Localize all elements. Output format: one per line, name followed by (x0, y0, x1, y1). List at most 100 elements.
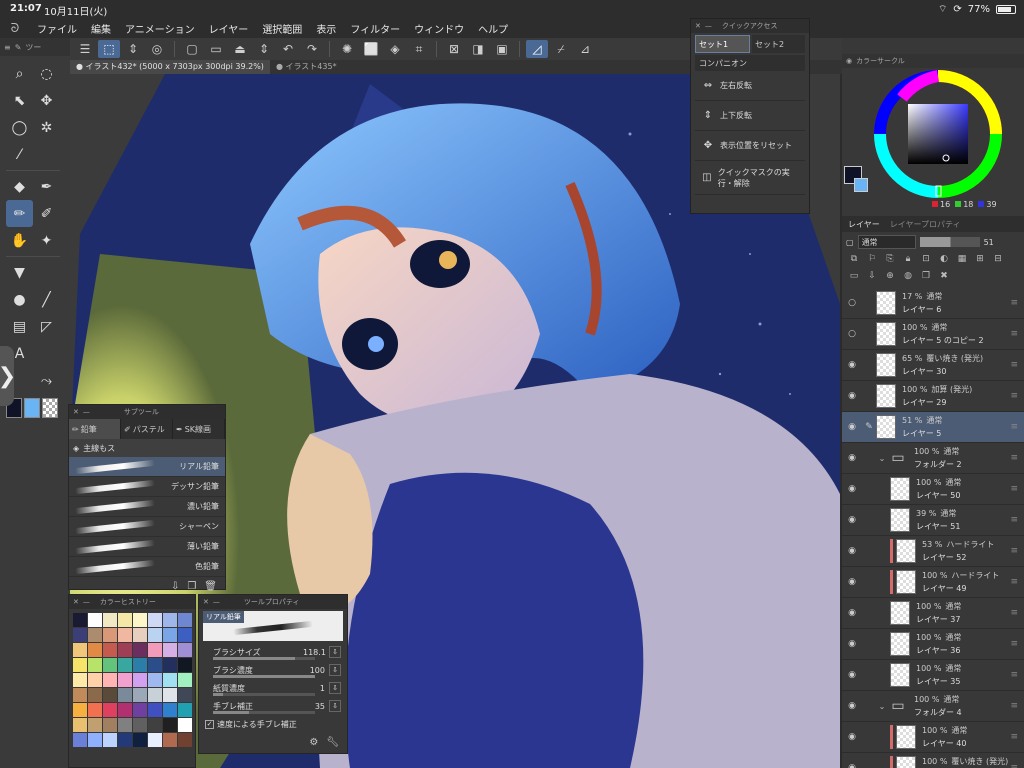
flip-vertical-item[interactable]: ⇕ 上下反転 (695, 101, 805, 131)
property-slider[interactable] (213, 693, 315, 696)
magic-wand-icon[interactable]: ✲ (33, 114, 60, 141)
color-history-swatch[interactable] (163, 628, 177, 642)
chevron-down-icon[interactable]: ⌄ (876, 454, 888, 463)
settings-icon[interactable]: ⚙ (309, 737, 318, 748)
color-history-swatch[interactable] (148, 643, 162, 657)
brush-item[interactable]: 濃い鉛筆 (69, 497, 225, 517)
select-all-icon[interactable]: ▣ (491, 40, 513, 58)
color-history-swatch[interactable] (163, 703, 177, 717)
tab-layer[interactable]: レイヤー (848, 219, 880, 230)
menu-help[interactable]: ヘルプ (471, 21, 515, 36)
close-icon[interactable]: ✕ (695, 22, 701, 30)
eraser-icon[interactable]: ◆ (6, 173, 33, 200)
minimize-icon[interactable]: — (83, 598, 90, 606)
color-history-swatch[interactable] (103, 658, 117, 672)
drag-handle-icon[interactable]: ≡ (1010, 515, 1018, 525)
color-history-swatch[interactable] (118, 703, 132, 717)
minimize-icon[interactable]: — (213, 598, 220, 606)
transform-icon[interactable]: ⌗ (408, 40, 430, 58)
property-value[interactable]: 1 (303, 684, 325, 693)
color-history-swatch[interactable] (148, 658, 162, 672)
visibility-eye-icon[interactable]: ◉ (842, 608, 862, 618)
color-history-swatch[interactable] (73, 673, 87, 687)
tool-property-row[interactable]: 紙質濃度 1 ⇩ (199, 679, 347, 697)
color-history-swatch[interactable] (178, 703, 192, 717)
pen-icon[interactable]: ✒ (33, 173, 60, 200)
color-history-swatch[interactable] (178, 718, 192, 732)
clear-icon[interactable]: ⊠ (443, 40, 465, 58)
color-history-swatch[interactable] (163, 673, 177, 687)
new-vector-icon[interactable]: ⊟ (992, 254, 1004, 269)
layer-row[interactable]: ○ 100 % 通常 レイヤー 5 のコピー 2 ≡ (842, 319, 1024, 350)
opacity-slider[interactable] (919, 237, 980, 247)
chevron-updown-icon[interactable]: ⇕ (253, 40, 275, 58)
menu-layer[interactable]: レイヤー (202, 21, 256, 36)
brush-item[interactable]: デッサン鉛筆 (69, 477, 225, 497)
visibility-eye-icon[interactable]: ◉ (842, 453, 862, 463)
clip-icon[interactable]: ⧉ (848, 254, 860, 269)
color-history-swatch[interactable] (163, 658, 177, 672)
close-icon[interactable]: ✕ (73, 408, 79, 416)
color-history-swatch[interactable] (133, 703, 147, 717)
new-raster-icon[interactable]: ⊞ (974, 254, 986, 269)
menu-filter[interactable]: フィルター (343, 21, 407, 36)
drag-handle-icon[interactable]: ≡ (1010, 329, 1018, 339)
brush-item[interactable]: リアル鉛筆 (69, 457, 225, 477)
tab-pencil[interactable]: ✏ 鉛筆 (69, 419, 121, 439)
color-history-swatch[interactable] (148, 703, 162, 717)
copy-icon[interactable]: ❐ (920, 271, 932, 286)
visibility-eye-icon[interactable]: ◉ (842, 732, 862, 742)
tab-set2[interactable]: セット2 (752, 35, 805, 53)
fill-icon[interactable]: ▼ (6, 259, 33, 286)
drag-handle-icon[interactable]: ≡ (1010, 670, 1018, 680)
color-history-swatch[interactable] (73, 733, 87, 747)
color-history-swatch[interactable] (88, 703, 102, 717)
color-history-swatch[interactable] (88, 718, 102, 732)
draft-icon[interactable]: ⎘ (884, 254, 896, 269)
duplicate-icon[interactable]: ❐ (187, 581, 196, 592)
drag-handle-icon[interactable]: ≡ (1010, 546, 1018, 556)
color-history-swatch[interactable] (148, 733, 162, 747)
selection-edit-icon[interactable]: ⬚ (98, 40, 120, 58)
color-history-swatch[interactable] (103, 613, 117, 627)
lock-alpha-icon[interactable]: ⊡ (920, 254, 932, 269)
correction-icon[interactable]: ⤳ (33, 367, 60, 394)
property-value[interactable]: 35 (303, 702, 325, 711)
color-history-swatch[interactable] (103, 688, 117, 702)
combine-icon[interactable]: ⊕ (884, 271, 896, 286)
transparent-swatch[interactable] (42, 398, 58, 418)
menu-icon[interactable]: ≡ (4, 43, 11, 52)
color-history-swatch[interactable] (73, 658, 87, 672)
stabilization-speed-row[interactable]: ✓ 速度による手ブレ補正 (199, 715, 347, 733)
drag-handle-icon[interactable]: ≡ (1010, 298, 1018, 308)
color-history-swatch[interactable] (118, 718, 132, 732)
app-logo-icon[interactable]: ᘐ (0, 21, 30, 36)
color-history-swatch[interactable] (148, 673, 162, 687)
tab-layer-property[interactable]: レイヤープロパティ (890, 219, 961, 230)
menu-view[interactable]: 表示 (309, 21, 343, 36)
rotate-view-icon[interactable]: ◌ (33, 60, 60, 87)
color-history-swatch[interactable] (133, 673, 147, 687)
layer-row[interactable]: ◉ 100 % 通常 レイヤー 37 ≡ (842, 598, 1024, 629)
color-history-swatch[interactable] (163, 613, 177, 627)
minimize-icon[interactable]: — (705, 22, 712, 30)
color-history-swatch[interactable] (103, 673, 117, 687)
move-layer-icon[interactable]: ✥ (33, 87, 60, 114)
mask-add-icon[interactable]: ◍ (902, 271, 914, 286)
color-history-swatch[interactable] (118, 673, 132, 687)
color-history-swatch[interactable] (148, 613, 162, 627)
snap-icon[interactable]: ◎ (146, 40, 168, 58)
ruler-snap-icon[interactable]: ◿ (526, 40, 548, 58)
color-history-swatch[interactable] (163, 733, 177, 747)
zoom-icon[interactable]: ⌕ (6, 60, 33, 87)
color-history-swatch[interactable] (133, 733, 147, 747)
drag-handle-icon[interactable]: ≡ (1010, 763, 1018, 768)
color-history-swatch[interactable] (133, 628, 147, 642)
color-history-swatch[interactable] (88, 613, 102, 627)
hamburger-icon[interactable]: ☰ (74, 40, 96, 58)
wrench-icon[interactable]: 🔧︎ (326, 737, 339, 748)
layer-row[interactable]: ○ 17 % 通常 レイヤー 6 ≡ (842, 288, 1024, 319)
perspective-icon[interactable]: ⊿ (574, 40, 596, 58)
layer-row[interactable]: ◉ 100 % 加算 (発光) レイヤー 29 ≡ (842, 381, 1024, 412)
drag-handle-icon[interactable]: ≡ (1010, 360, 1018, 370)
